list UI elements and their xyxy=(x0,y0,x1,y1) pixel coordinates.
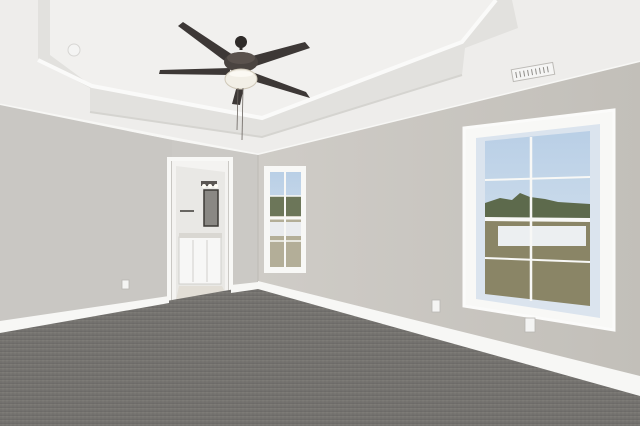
room-scene xyxy=(0,0,640,426)
left-wall xyxy=(0,105,172,330)
outlet-right-2 xyxy=(524,317,536,333)
outlet-right-1 xyxy=(431,299,441,313)
bathroom-doorway xyxy=(167,157,233,305)
outlet-left xyxy=(121,279,130,290)
bathroom-mirror xyxy=(203,189,219,227)
smoke-detector xyxy=(67,43,81,57)
fence xyxy=(498,226,586,246)
vanity-cabinet xyxy=(178,236,222,285)
large-window xyxy=(462,108,616,332)
small-window xyxy=(264,166,306,273)
